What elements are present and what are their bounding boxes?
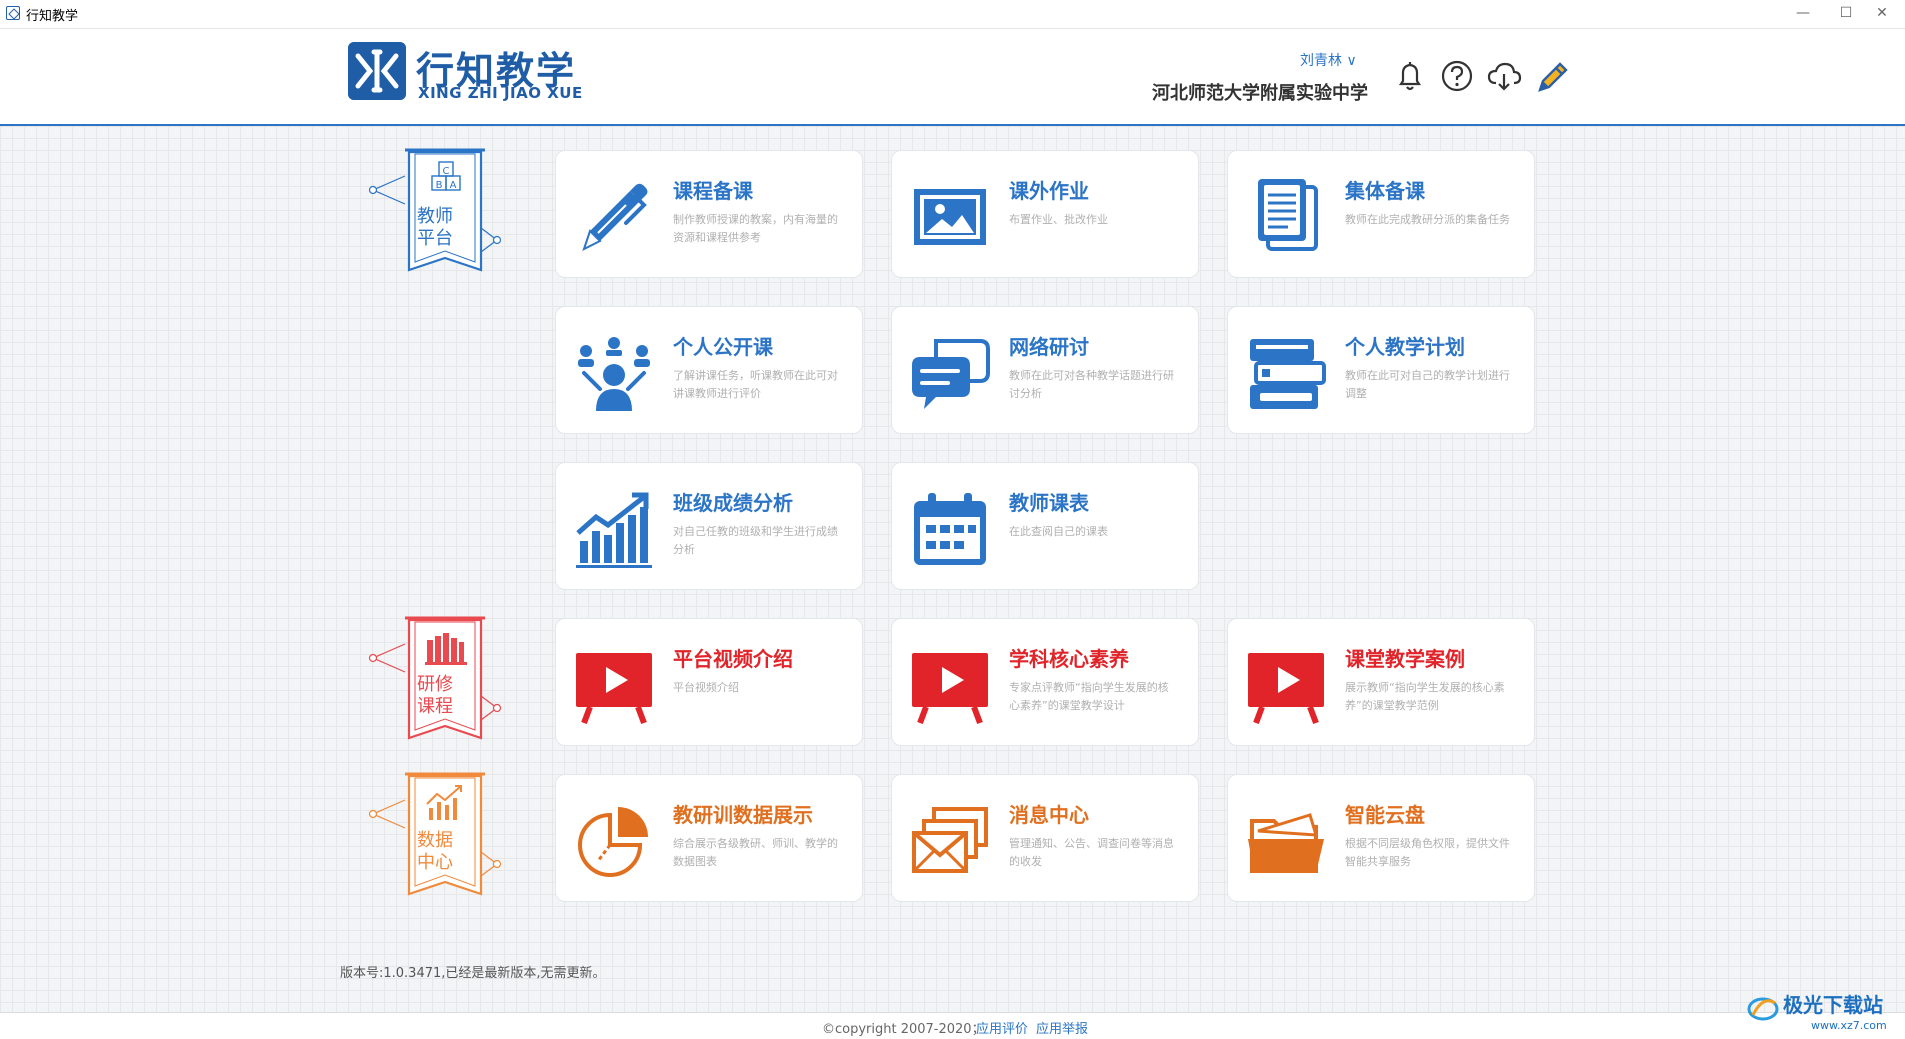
card-description: 专家点评教师“指向学生发展的核心素养”的课堂教学设计 <box>1009 681 1169 712</box>
card-description: 教师在此可对各种教学话题进行研讨分析 <box>1009 369 1174 400</box>
card-description: 综合展示各级教研、师训、教学的数据图表 <box>673 837 838 868</box>
image-icon <box>914 189 986 245</box>
footer: ©copyright 2007-2020； 应用评价 应用举报 <box>0 1012 1905 1039</box>
copyright-text: ©copyright 2007-2020； <box>822 1022 985 1037</box>
logo-subtitle: XING ZHI JIAO XUE <box>418 84 583 102</box>
cloud-download-icon[interactable] <box>1484 56 1524 96</box>
card-title: 个人公开课 <box>673 335 773 359</box>
card-title: 班级成绩分析 <box>673 491 793 515</box>
card-title: 个人教学计划 <box>1345 335 1465 359</box>
block-letter-b: B <box>436 180 443 191</box>
card-core-literacy[interactable]: 学科核心素养 专家点评教师“指向学生发展的核心素养”的课堂教学设计 <box>891 618 1199 746</box>
app-report-link[interactable]: 应用举报 <box>1036 1018 1088 1037</box>
card-description: 在此查阅自己的课表 <box>1009 525 1108 538</box>
pie-chart-icon <box>578 807 648 877</box>
card-description: 布置作业、批改作业 <box>1009 213 1108 226</box>
section-ribbon-data[interactable] <box>365 772 505 902</box>
card-description: 教师在此完成教研分派的集备任务 <box>1345 213 1510 226</box>
help-icon[interactable] <box>1437 56 1477 96</box>
card-title: 课程备课 <box>673 179 753 203</box>
video-icon <box>576 653 652 725</box>
card-grade-analysis[interactable]: 班级成绩分析 对自己任教的班级和学生进行成绩分析 <box>555 462 863 590</box>
card-description: 展示教师“指向学生发展的核心素养”的课堂教学范例 <box>1345 681 1505 712</box>
video-icon <box>1248 653 1324 725</box>
group-icon <box>578 337 650 411</box>
card-description: 教师在此可对自己的教学计划进行调整 <box>1345 369 1510 400</box>
window-titlebar: 行知教学 — ☐ ✕ <box>0 0 1905 29</box>
card-title: 智能云盘 <box>1345 803 1425 827</box>
card-description: 制作教师授课的教案，内有海量的资源和课程供参考 <box>673 213 838 244</box>
section-ribbon-teacher[interactable]: C B A <box>365 148 505 278</box>
window-title: 行知教学 <box>26 9 79 24</box>
card-title: 学科核心素养 <box>1009 647 1129 671</box>
app-icon <box>6 6 20 20</box>
app-header <box>0 29 1905 126</box>
card-platform-video[interactable]: 平台视频介绍 平台视频介绍 <box>555 618 863 746</box>
card-title: 课外作业 <box>1009 179 1089 203</box>
card-description: 对自己任教的班级和学生进行成绩分析 <box>673 525 838 556</box>
card-description: 根据不同层级角色权限，提供文件智能共享服务 <box>1345 837 1510 868</box>
card-title: 消息中心 <box>1009 803 1089 827</box>
block-letter-c: C <box>443 166 450 177</box>
app-rating-link[interactable]: 应用评价 <box>976 1018 1028 1037</box>
growth-chart-icon <box>576 492 652 568</box>
calendar-icon <box>914 493 986 565</box>
watermark-url: www.xz7.com <box>1811 1019 1887 1032</box>
card-title: 课堂教学案例 <box>1345 647 1465 671</box>
watermark-text: 极光下载站 <box>1783 993 1883 1017</box>
documents-icon <box>1258 179 1318 251</box>
card-description: 平台视频介绍 <box>673 681 739 694</box>
logo-icon <box>348 42 406 100</box>
mail-icon <box>912 807 988 873</box>
card-teaching-plan[interactable]: 个人教学计划 教师在此可对自己的教学计划进行调整 <box>1227 306 1535 434</box>
card-lesson-prep[interactable]: 课程备课 制作教师授课的教案，内有海量的资源和课程供参考 <box>555 150 863 278</box>
card-teacher-schedule[interactable]: 教师课表 在此查阅自己的课表 <box>891 462 1199 590</box>
video-icon <box>912 653 988 725</box>
card-message-center[interactable]: 消息中心 管理通知、公告、调查问卷等消息的收发 <box>891 774 1199 902</box>
card-group-prep[interactable]: 集体备课 教师在此完成教研分派的集备任务 <box>1227 150 1535 278</box>
pen-icon <box>582 183 648 251</box>
card-teaching-cases[interactable]: 课堂教学案例 展示教师“指向学生发展的核心素养”的课堂教学范例 <box>1227 618 1535 746</box>
chat-icon <box>912 339 990 409</box>
card-title: 教研训数据展示 <box>673 803 813 827</box>
bell-icon[interactable] <box>1390 56 1430 96</box>
close-button[interactable]: ✕ <box>1859 0 1905 28</box>
card-title: 集体备课 <box>1345 179 1425 203</box>
card-data-display[interactable]: 教研训数据展示 综合展示各级教研、师训、教学的数据图表 <box>555 774 863 902</box>
user-menu[interactable]: 刘青林 ∨ <box>1300 50 1357 70</box>
pencil-icon[interactable] <box>1532 56 1572 96</box>
card-title: 教师课表 <box>1009 491 1089 515</box>
section-ribbon-training[interactable] <box>365 616 505 746</box>
minimize-button[interactable]: — <box>1780 0 1826 28</box>
card-homework[interactable]: 课外作业 布置作业、批改作业 <box>891 150 1199 278</box>
card-title: 平台视频介绍 <box>673 647 793 671</box>
books-icon <box>1250 339 1326 409</box>
card-description: 管理通知、公告、调查问卷等消息的收发 <box>1009 837 1174 868</box>
block-letter-a: A <box>450 180 457 191</box>
card-description: 了解讲课任务，听课教师在此可对讲课教师进行评价 <box>673 369 838 400</box>
card-cloud-disk[interactable]: 智能云盘 根据不同层级角色权限，提供文件智能共享服务 <box>1227 774 1535 902</box>
card-open-class[interactable]: 个人公开课 了解讲课任务，听课教师在此可对讲课教师进行评价 <box>555 306 863 434</box>
card-online-seminar[interactable]: 网络研讨 教师在此可对各种教学话题进行研讨分析 <box>891 306 1199 434</box>
card-title: 网络研讨 <box>1009 335 1089 359</box>
folder-icon <box>1248 813 1324 873</box>
watermark-logo: 极光下载站 www.xz7.com <box>1747 993 1887 1032</box>
school-name: 河北师范大学附属实验中学 <box>1152 83 1368 104</box>
version-info: 版本号:1.0.3471,已经是最新版本,无需更新。 <box>340 966 606 981</box>
